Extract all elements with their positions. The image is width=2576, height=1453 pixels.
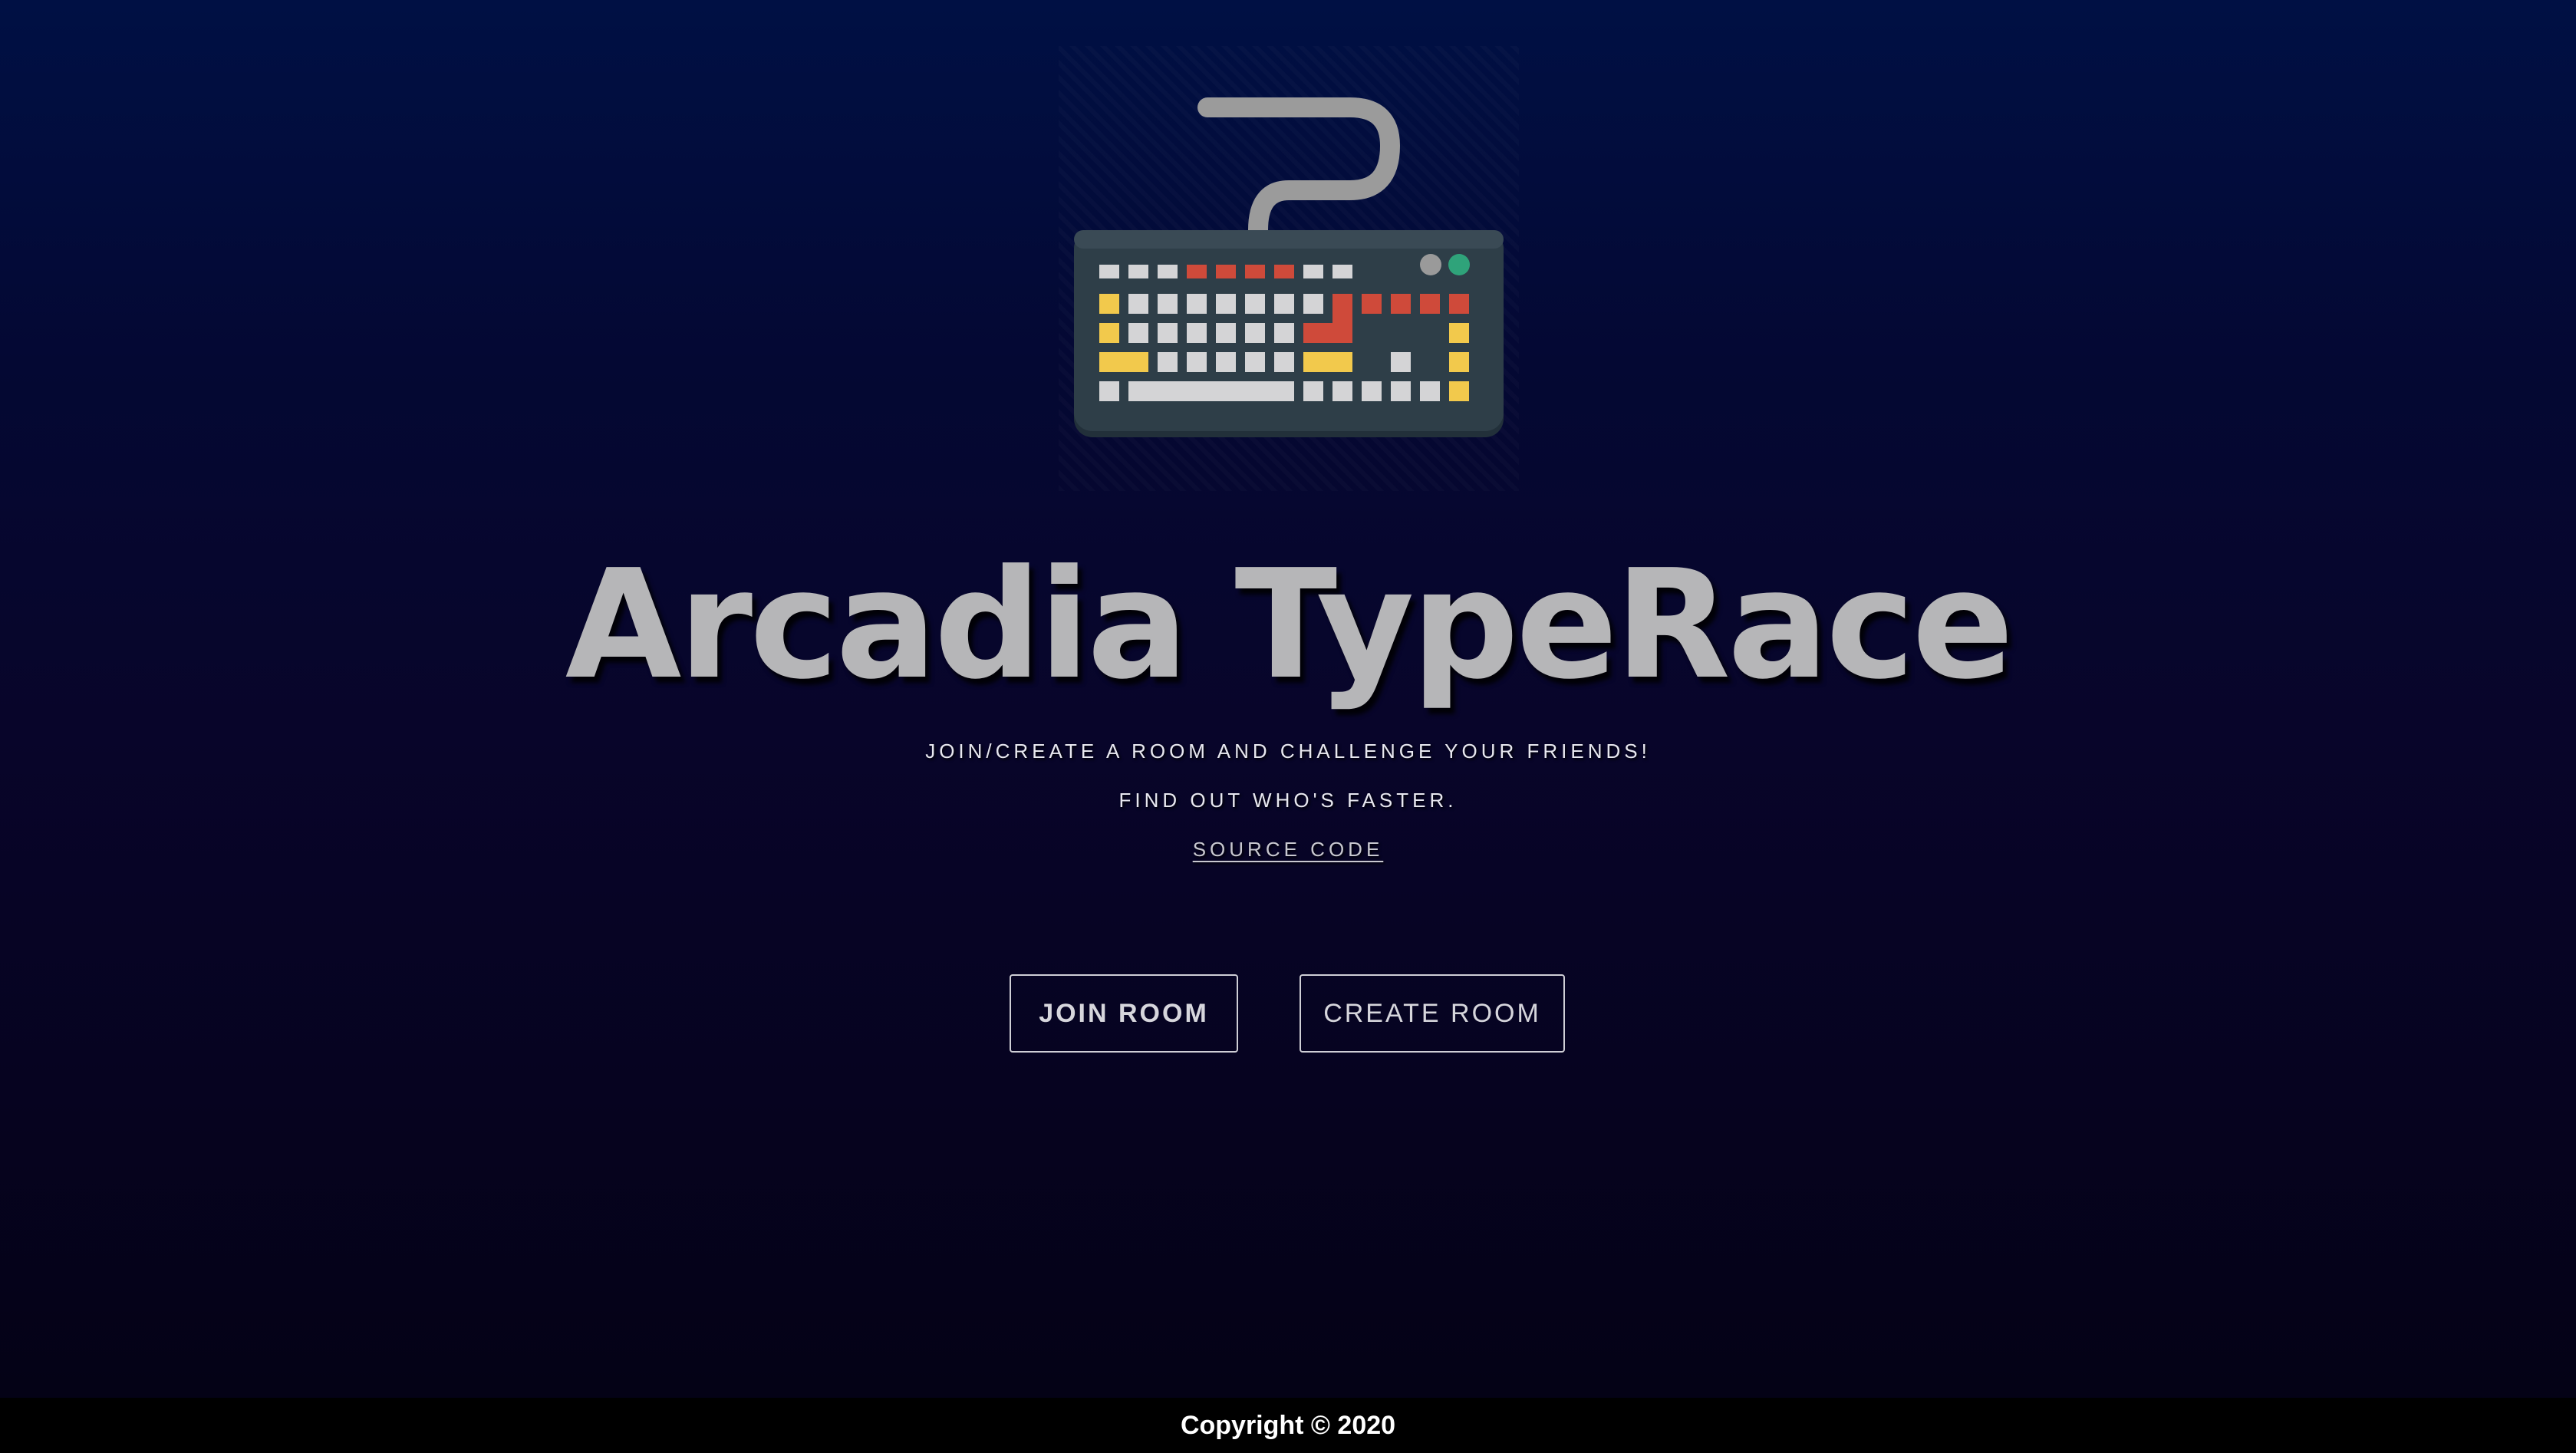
footer: Copyright © 2020 — [0, 1398, 2576, 1453]
logo — [1059, 46, 1519, 491]
source-code-link[interactable]: SOURCE CODE — [1193, 838, 1384, 861]
join-room-button[interactable]: JOIN ROOM — [1010, 974, 1238, 1053]
tagline-join: JOIN/CREATE A ROOM AND CHALLENGE YOUR FR… — [925, 740, 1651, 763]
source-link-wrap: SOURCE CODE — [0, 838, 2576, 862]
create-room-button[interactable]: CREATE ROOM — [1300, 974, 1565, 1053]
hero-section: Arcadia TypeRace JOIN/CREATE A ROOM AND … — [0, 0, 2576, 1398]
copyright-text: Copyright © 2020 — [1180, 1410, 1396, 1440]
page-title: Arcadia TypeRace — [565, 538, 2014, 713]
keyboard-icon — [1074, 97, 1504, 437]
tagline-faster: FIND OUT WHO'S FASTER. — [1118, 789, 1458, 812]
